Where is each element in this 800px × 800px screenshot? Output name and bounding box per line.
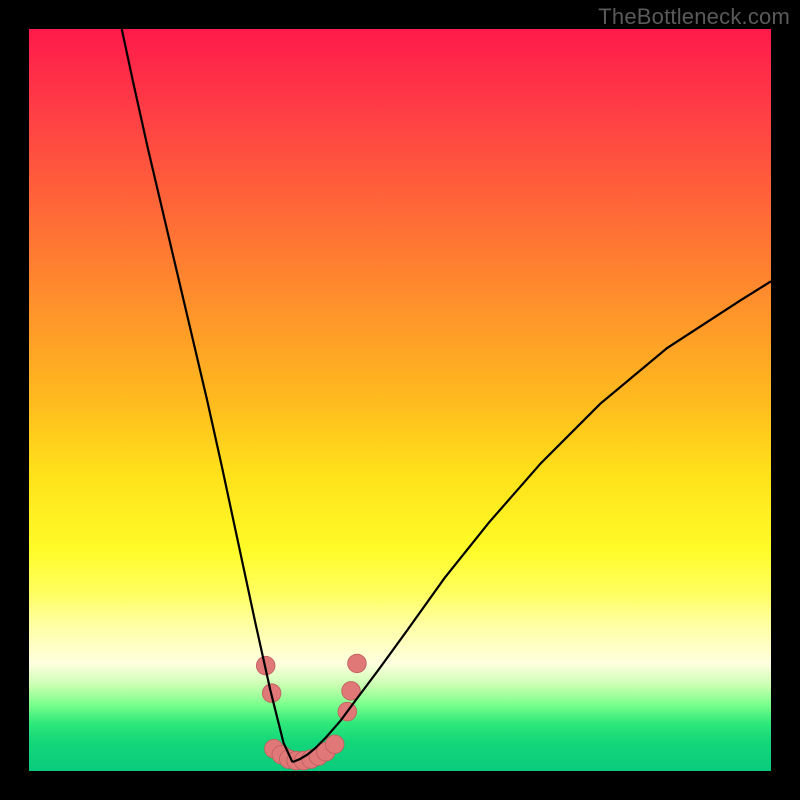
curve-left-branch [122,29,293,762]
chart-overlay [29,29,771,771]
marker-dot [348,654,367,673]
chart-frame: TheBottleneck.com [0,0,800,800]
watermark-text: TheBottleneck.com [598,4,790,30]
curve-right-branch [292,281,771,762]
plot-area [29,29,771,771]
marker-dot [325,735,344,754]
